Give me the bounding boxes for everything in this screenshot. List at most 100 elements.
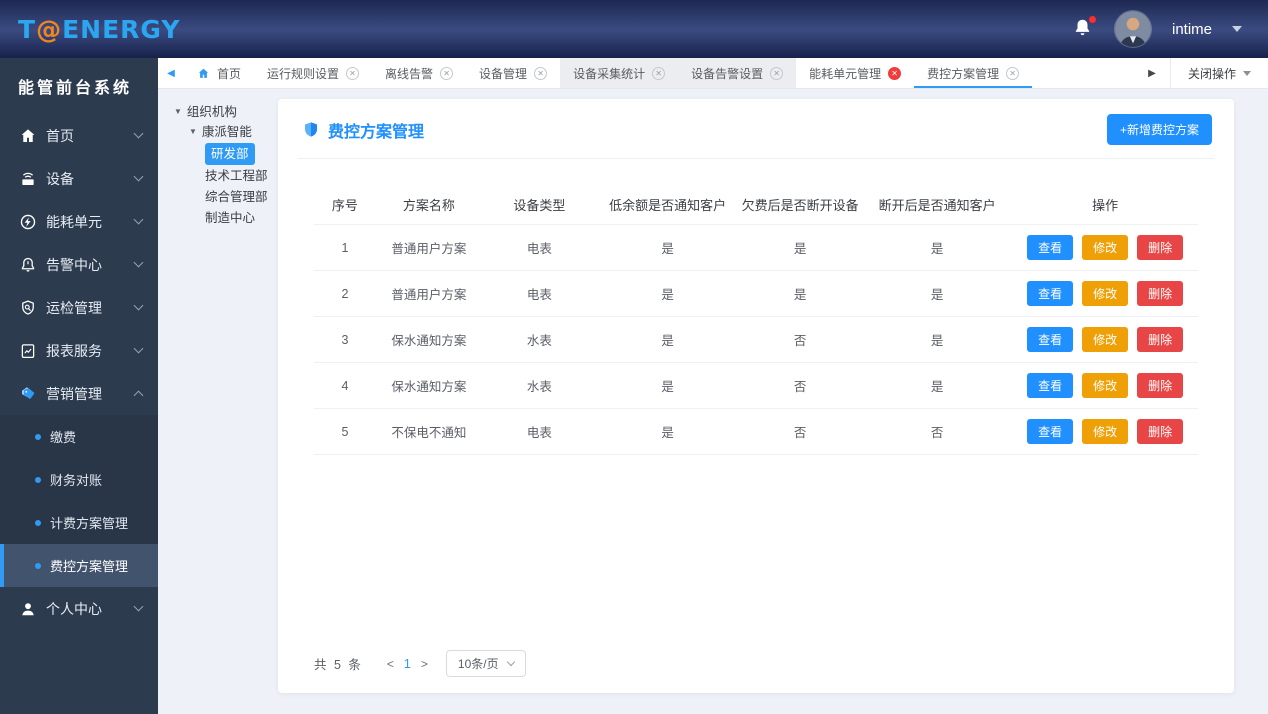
report-icon <box>19 342 37 360</box>
cell-type: 水表 <box>481 362 597 409</box>
sidebar-item-label: 设备 <box>46 170 74 187</box>
cell-actions: 查看 修改 删除 <box>1012 270 1198 317</box>
sidebar-item-device[interactable]: 设备 <box>0 157 158 200</box>
tab-close-icon[interactable]: ✕ <box>770 66 784 80</box>
view-button[interactable]: 查看 <box>1027 281 1074 306</box>
close-operations-dropdown[interactable]: 关闭操作 <box>1169 58 1268 88</box>
tree-expand-icon[interactable]: ▼ <box>174 102 182 122</box>
cell-cut_on_arrears: 是 <box>738 270 863 317</box>
sidebar-item-energy-unit[interactable]: 能耗单元 <box>0 200 158 243</box>
edit-button[interactable]: 修改 <box>1082 373 1129 398</box>
tab-label: 首页 <box>217 66 242 81</box>
tab-offline-alarm[interactable]: 离线告警 ✕ <box>372 58 466 88</box>
cell-notify_low: 是 <box>596 362 739 409</box>
sidebar-subitem-payment[interactable]: 缴费 <box>0 415 158 458</box>
page-title: 费控方案管理 <box>302 118 424 142</box>
tabs-scroll-left-icon[interactable]: ◀ <box>158 58 184 88</box>
sidebar-item-alarm-center[interactable]: 告警中心 <box>0 243 158 286</box>
tab-fee-control-plan[interactable]: 费控方案管理 ✕ <box>914 58 1033 88</box>
add-fee-control-plan-button[interactable]: +新增费控方案 <box>1106 114 1212 145</box>
tab-device-collect-stats[interactable]: 设备采集统计 ✕ <box>560 58 679 88</box>
tree-node-manufacturing[interactable]: 制造中心 <box>174 208 278 228</box>
table-row: 5 不保电不通知 电表是否否查看 修改 删除 <box>314 408 1198 455</box>
page-size-caret-icon <box>506 657 515 667</box>
tree-expand-icon[interactable]: ▼ <box>189 122 197 142</box>
view-button[interactable]: 查看 <box>1027 235 1074 260</box>
tab-home[interactable]: 首页 <box>184 58 254 88</box>
username[interactable]: intime <box>1172 21 1212 38</box>
cell-name: 普通用户方案 <box>375 270 482 317</box>
pagination: 共 5 条 < 1 > 10条/页 <box>314 632 1198 677</box>
delete-button[interactable]: 删除 <box>1137 373 1184 398</box>
tree-node-rd[interactable]: 研发部 <box>174 143 278 165</box>
tab-close-icon[interactable]: ✕ <box>440 66 454 80</box>
pagination-next-icon[interactable]: > <box>415 657 434 671</box>
app-title: 能管前台系统 <box>18 80 133 97</box>
edit-button[interactable]: 修改 <box>1082 327 1129 352</box>
cell-name: 保水通知方案 <box>375 316 482 363</box>
chevron-down-icon <box>133 128 144 139</box>
tab-energy-unit-mgmt[interactable]: 能耗单元管理 ✕ <box>796 58 914 88</box>
inspection-icon <box>19 299 37 317</box>
cell-no: 5 <box>314 408 376 455</box>
tab-run-rules[interactable]: 运行规则设置 ✕ <box>254 58 372 88</box>
chevron-down-icon <box>133 171 144 182</box>
alarm-icon <box>19 256 37 274</box>
cell-no: 2 <box>314 270 376 317</box>
tab-close-icon[interactable]: ✕ <box>888 66 902 80</box>
table-header-row: 序号 方案名称 设备类型 低余额是否通知客户 欠费后是否断开设备 断开后是否通知客户 操作 <box>314 185 1198 225</box>
tab-close-icon[interactable]: ✕ <box>534 66 548 80</box>
notification-bell-icon[interactable] <box>1072 16 1096 41</box>
view-button[interactable]: 查看 <box>1027 373 1074 398</box>
home-icon <box>197 67 210 80</box>
sidebar-subitem-finance-reconcile[interactable]: 财务对账 <box>0 458 158 501</box>
delete-button[interactable]: 删除 <box>1137 281 1184 306</box>
sidebar-item-personal-center[interactable]: 个人中心 <box>0 587 158 630</box>
delete-button[interactable]: 删除 <box>1137 419 1184 444</box>
tree-node-label: 技术工程部 <box>205 169 268 183</box>
edit-button[interactable]: 修改 <box>1082 235 1129 260</box>
delete-button[interactable]: 删除 <box>1137 327 1184 352</box>
pagination-page-1[interactable]: 1 <box>400 657 415 671</box>
chevron-down-icon <box>133 343 144 354</box>
edit-button[interactable]: 修改 <box>1082 419 1129 444</box>
sidebar-subitem-fee-control-plan[interactable]: 费控方案管理 <box>0 544 158 587</box>
tree-node-general-mgmt[interactable]: 综合管理部 <box>174 187 278 207</box>
card-header: 费控方案管理 +新增费控方案 <box>298 99 1214 159</box>
tab-device-alarm-settings[interactable]: 设备告警设置 ✕ <box>678 58 797 88</box>
user-icon <box>19 600 37 618</box>
cell-no: 3 <box>314 316 376 363</box>
tree-company-label: 康派智能 <box>201 125 252 139</box>
sidebar-subitem-billing-plan[interactable]: 计费方案管理 <box>0 501 158 544</box>
sidebar-subitem-label: 计费方案管理 <box>50 516 129 531</box>
delete-button[interactable]: 删除 <box>1137 235 1184 260</box>
tab-close-icon[interactable]: ✕ <box>346 66 360 80</box>
chevron-down-icon <box>133 300 144 311</box>
main-area: ◀ 首页 运行规则设置 ✕ 离线告警 ✕ 设备管理 ✕ 设备采集统计 ✕ 设备告警设置 ✕ 能耗单元管… <box>158 58 1268 714</box>
tab-close-icon[interactable]: ✕ <box>652 66 666 80</box>
sidebar-item-inspection[interactable]: 运检管理 <box>0 286 158 329</box>
page-size-select[interactable]: 10条/页 <box>445 650 526 677</box>
workspace: ▼ 组织机构 ▼ 康派智能 研发部技术工程部综合管理部 制造中心 费控方案管理 +… <box>158 89 1268 714</box>
user-menu-caret-icon[interactable] <box>1232 26 1242 32</box>
logo-energy: ENERGY <box>62 14 181 44</box>
tree-root-label: 组织机构 <box>186 105 237 119</box>
tree-node-tech-engineering[interactable]: 技术工程部 <box>174 166 278 186</box>
pagination-prev-icon[interactable]: < <box>381 657 400 671</box>
sidebar-item-home[interactable]: 首页 <box>0 114 158 157</box>
view-button[interactable]: 查看 <box>1027 419 1074 444</box>
view-button[interactable]: 查看 <box>1027 327 1074 352</box>
tree-node-company[interactable]: ▼ 康派智能 <box>174 122 278 142</box>
user-avatar[interactable] <box>1113 10 1152 48</box>
sidebar-item-marketing[interactable]: 营销管理 <box>0 372 158 415</box>
tab-close-icon[interactable]: ✕ <box>1006 66 1020 80</box>
tabs-scroll-right-icon[interactable]: ▶ <box>1134 58 1170 88</box>
tree-node-org-root[interactable]: ▼ 组织机构 <box>174 102 278 122</box>
sidebar-item-reports[interactable]: 报表服务 <box>0 329 158 372</box>
edit-button[interactable]: 修改 <box>1082 281 1129 306</box>
cell-actions: 查看 修改 删除 <box>1012 408 1198 455</box>
close-operations-label: 关闭操作 <box>1187 66 1236 81</box>
topbar-right: intime <box>1072 10 1242 48</box>
tab-device-mgmt[interactable]: 设备管理 ✕ <box>466 58 560 88</box>
cell-no: 4 <box>314 362 376 409</box>
